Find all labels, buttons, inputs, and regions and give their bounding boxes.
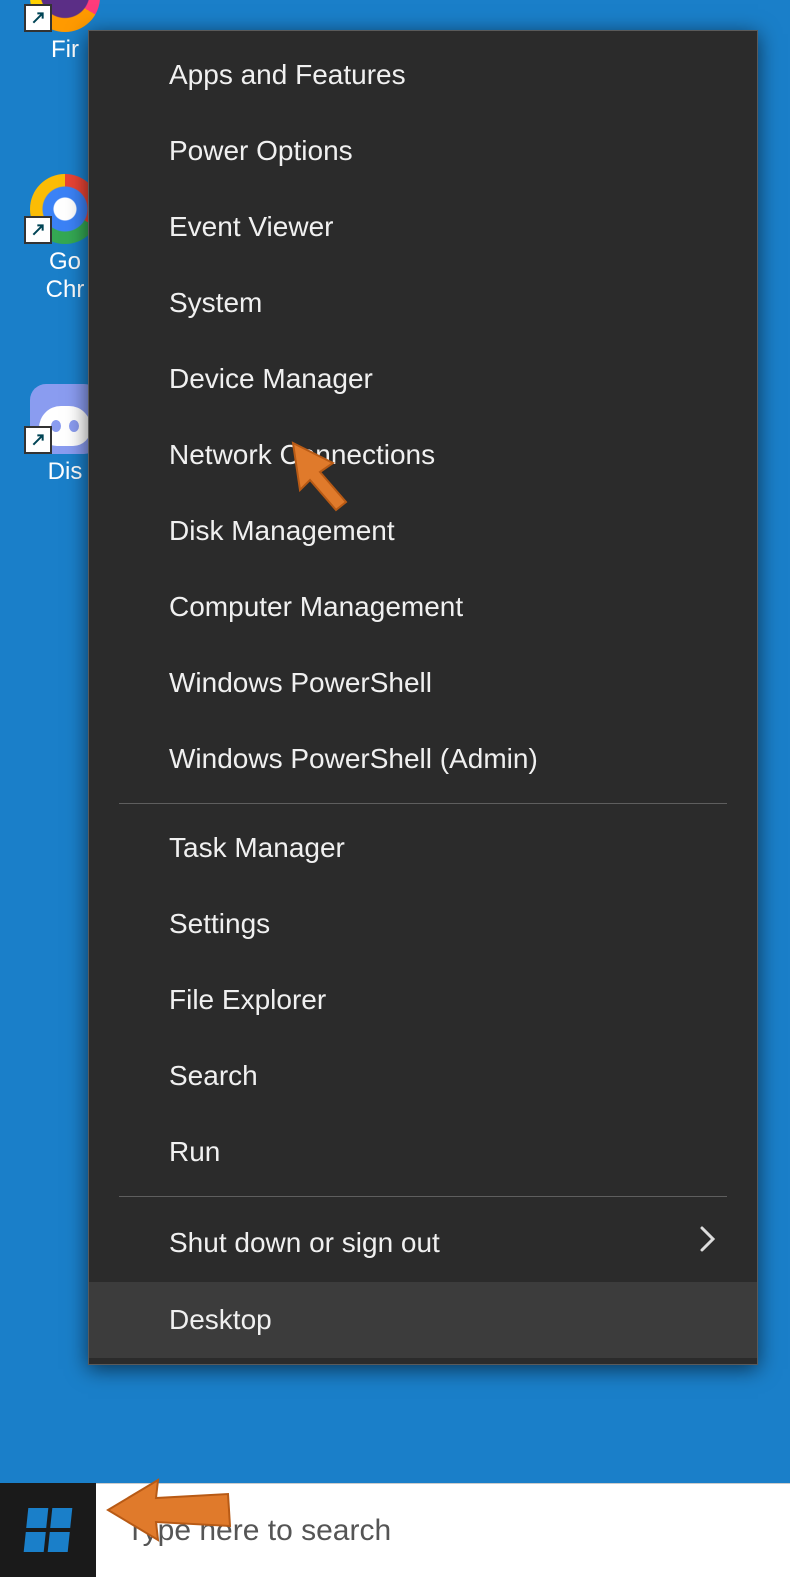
menu-item-windows-powershell-admin[interactable]: Windows PowerShell (Admin): [89, 721, 757, 797]
menu-item-label: System: [169, 287, 262, 319]
menu-separator: [119, 1196, 727, 1197]
menu-item-power-options[interactable]: Power Options: [89, 113, 757, 189]
menu-item-device-manager[interactable]: Device Manager: [89, 341, 757, 417]
windows-logo-icon: [24, 1508, 73, 1552]
menu-item-settings[interactable]: Settings: [89, 886, 757, 962]
menu-item-desktop[interactable]: Desktop: [89, 1282, 757, 1358]
menu-item-label: Shut down or sign out: [169, 1227, 440, 1259]
menu-item-shutdown-signout[interactable]: Shut down or sign out: [89, 1203, 757, 1282]
menu-item-label: Network Connections: [169, 439, 435, 471]
menu-item-windows-powershell[interactable]: Windows PowerShell: [89, 645, 757, 721]
shortcut-arrow-icon: [24, 216, 52, 244]
taskbar-search-input[interactable]: Type here to search: [96, 1483, 790, 1577]
menu-item-label: File Explorer: [169, 984, 326, 1016]
menu-item-label: Windows PowerShell (Admin): [169, 743, 538, 775]
start-button[interactable]: [0, 1483, 96, 1577]
desktop-background[interactable]: pc risk.com Fir Go Chr: [0, 0, 790, 1577]
menu-item-label: Search: [169, 1060, 258, 1092]
menu-item-label: Run: [169, 1136, 220, 1168]
menu-item-label: Windows PowerShell: [169, 667, 432, 699]
shortcut-arrow-icon: [24, 4, 52, 32]
menu-item-network-connections[interactable]: Network Connections: [89, 417, 757, 493]
menu-item-run[interactable]: Run: [89, 1114, 757, 1190]
desktop-icon-label: Go Chr: [46, 248, 85, 304]
desktop-icon-label: Dis: [48, 458, 83, 486]
shortcut-arrow-icon: [24, 426, 52, 454]
menu-item-label: Disk Management: [169, 515, 395, 547]
menu-item-file-explorer[interactable]: File Explorer: [89, 962, 757, 1038]
menu-item-label: Power Options: [169, 135, 353, 167]
desktop-icon-label: Fir: [51, 36, 79, 64]
menu-item-label: Desktop: [169, 1304, 272, 1336]
menu-item-computer-management[interactable]: Computer Management: [89, 569, 757, 645]
search-placeholder: Type here to search: [126, 1514, 391, 1548]
menu-item-task-manager[interactable]: Task Manager: [89, 810, 757, 886]
menu-separator: [119, 803, 727, 804]
menu-item-label: Device Manager: [169, 363, 373, 395]
menu-item-apps-and-features[interactable]: Apps and Features: [89, 37, 757, 113]
menu-item-label: Computer Management: [169, 591, 463, 623]
taskbar: Type here to search: [0, 1483, 790, 1577]
winx-context-menu: Apps and Features Power Options Event Vi…: [88, 30, 758, 1365]
menu-item-label: Event Viewer: [169, 211, 333, 243]
menu-item-event-viewer[interactable]: Event Viewer: [89, 189, 757, 265]
menu-item-search[interactable]: Search: [89, 1038, 757, 1114]
menu-item-disk-management[interactable]: Disk Management: [89, 493, 757, 569]
menu-item-system[interactable]: System: [89, 265, 757, 341]
menu-item-label: Settings: [169, 908, 270, 940]
menu-item-label: Task Manager: [169, 832, 345, 864]
firefox-icon: [30, 0, 100, 32]
menu-item-label: Apps and Features: [169, 59, 406, 91]
chevron-right-icon: [699, 1225, 717, 1260]
